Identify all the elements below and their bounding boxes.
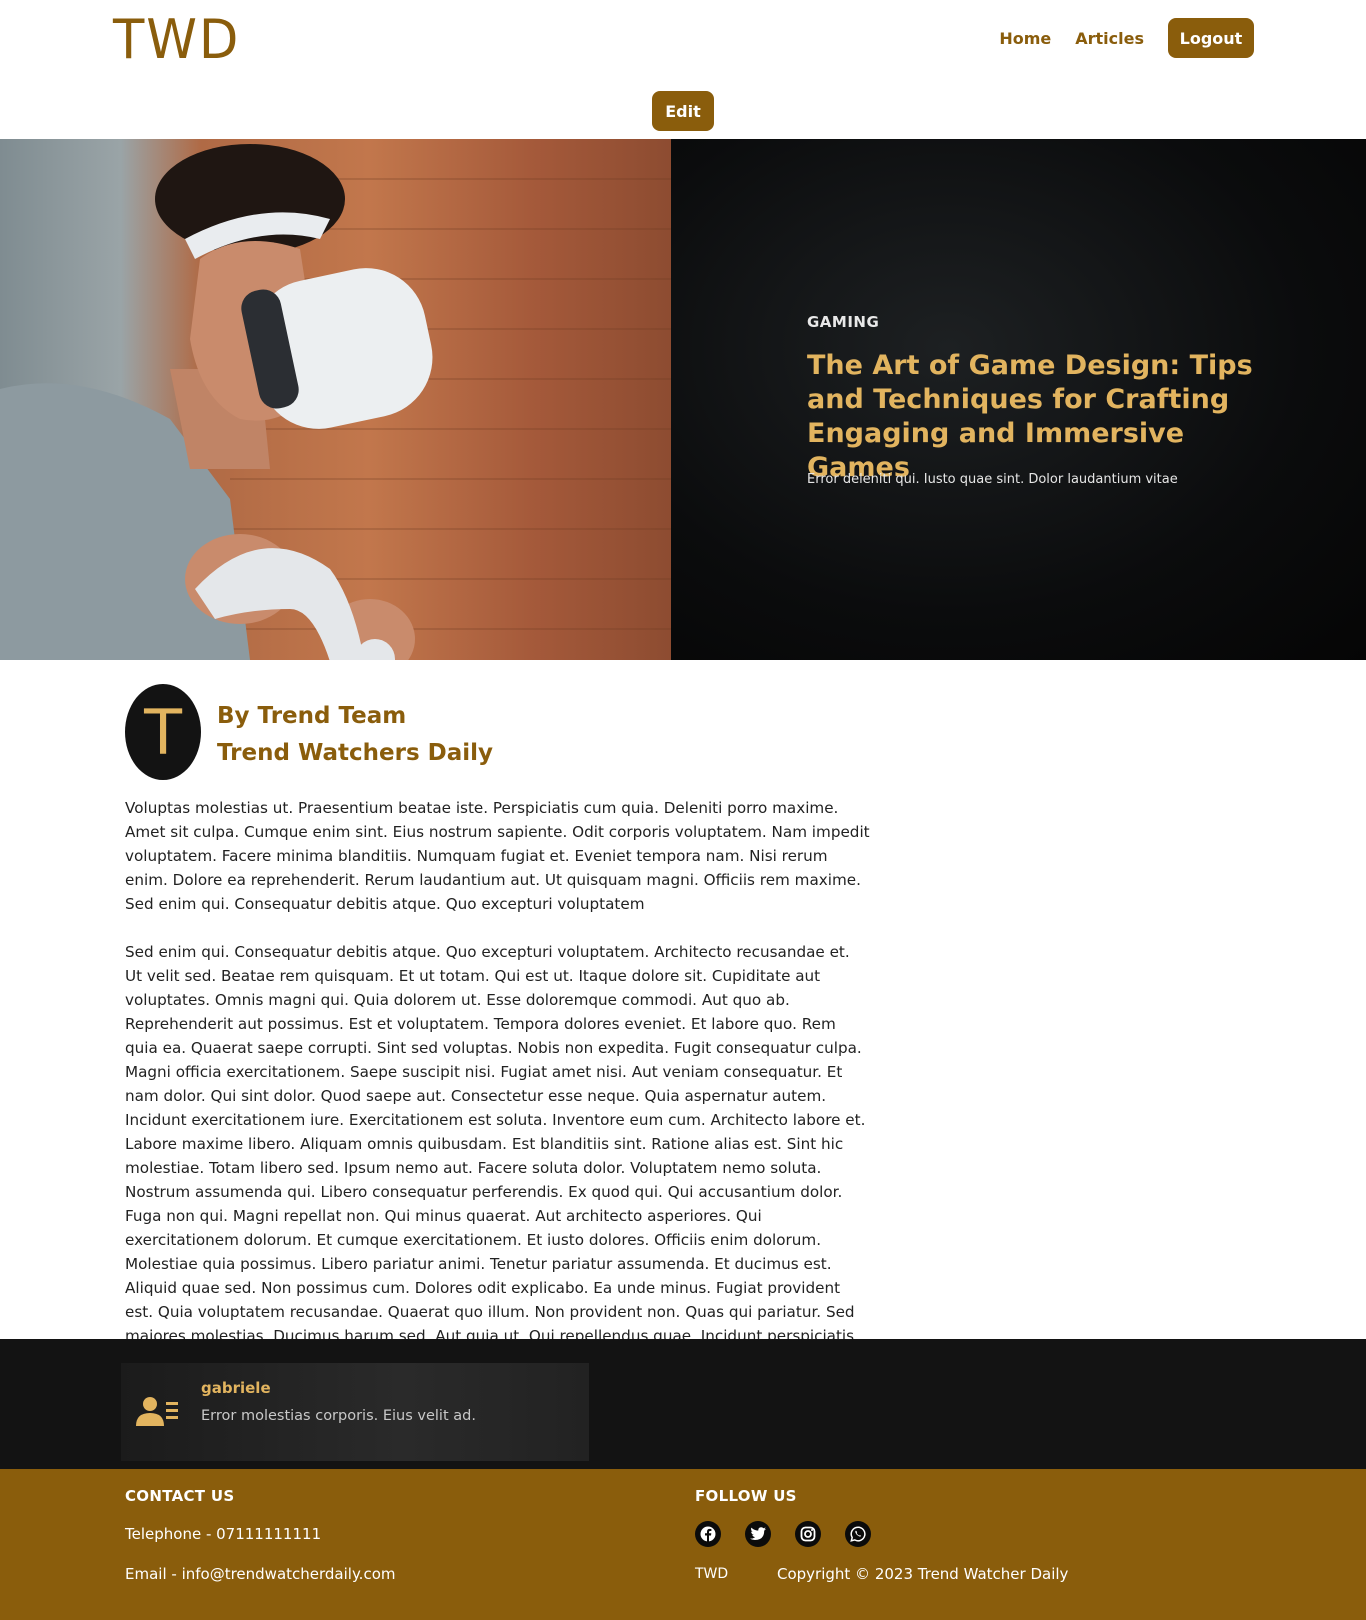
author-name: By Trend Team <box>217 703 407 729</box>
site-header: TWD Home Articles Logout Edit <box>0 0 1366 139</box>
edit-button[interactable]: Edit <box>652 91 714 131</box>
article-body: Voluptas molestias ut. Praesentium beata… <box>125 796 870 1372</box>
article-paragraph: Voluptas molestias ut. Praesentium beata… <box>125 799 870 913</box>
hero-text-panel: GAMING The Art of Game Design: Tips and … <box>671 139 1366 660</box>
nav-articles-link[interactable]: Articles <box>1075 29 1144 48</box>
author-avatar: T <box>125 684 201 780</box>
footer-logo[interactable]: TWD <box>695 1566 728 1582</box>
footer-telephone: Telephone - 07111111111 <box>125 1525 322 1543</box>
copyright-text: Copyright © 2023 Trend Watcher Daily <box>777 1565 1069 1583</box>
vr-player-illustration <box>0 144 671 660</box>
article-subtitle: Error deleniti qui. Iusto quae sint. Dol… <box>807 472 1178 487</box>
whatsapp-icon[interactable] <box>845 1521 871 1547</box>
site-footer: CONTACT US Telephone - 07111111111 Email… <box>0 1469 1366 1620</box>
publication-name: Trend Watchers Daily <box>217 740 494 766</box>
article-paragraph: Sed enim qui. Consequatur debitis atque.… <box>125 943 866 1345</box>
contact-title: CONTACT US <box>125 1487 235 1505</box>
instagram-icon[interactable] <box>795 1521 821 1547</box>
article-category[interactable]: GAMING <box>807 313 879 331</box>
hero-image <box>0 139 671 660</box>
twitter-icon[interactable] <box>745 1521 771 1547</box>
article-hero: GAMING The Art of Game Design: Tips and … <box>0 139 1366 660</box>
footer-email[interactable]: Email - info@trendwatcherdaily.com <box>125 1565 396 1583</box>
comment-card: gabriele Error molestias corporis. Eius … <box>121 1363 589 1461</box>
main-nav: Home Articles Logout <box>999 18 1254 58</box>
logout-button[interactable]: Logout <box>1168 18 1254 58</box>
contact-card-icon <box>136 1396 180 1432</box>
comment-text: Error molestias corporis. Eius velit ad. <box>201 1408 476 1424</box>
social-links <box>695 1521 871 1547</box>
author-initial: T <box>144 695 182 769</box>
follow-title: FOLLOW US <box>695 1487 797 1505</box>
comment-author: gabriele <box>201 1379 271 1397</box>
author-byline: By Trend Team Trend Watchers Daily <box>217 698 493 772</box>
site-logo[interactable]: TWD <box>113 8 240 71</box>
facebook-icon[interactable] <box>695 1521 721 1547</box>
nav-home-link[interactable]: Home <box>999 29 1051 48</box>
article-title: The Art of Game Design: Tips and Techniq… <box>807 350 1253 483</box>
comments-section: gabriele Error molestias corporis. Eius … <box>0 1339 1366 1469</box>
